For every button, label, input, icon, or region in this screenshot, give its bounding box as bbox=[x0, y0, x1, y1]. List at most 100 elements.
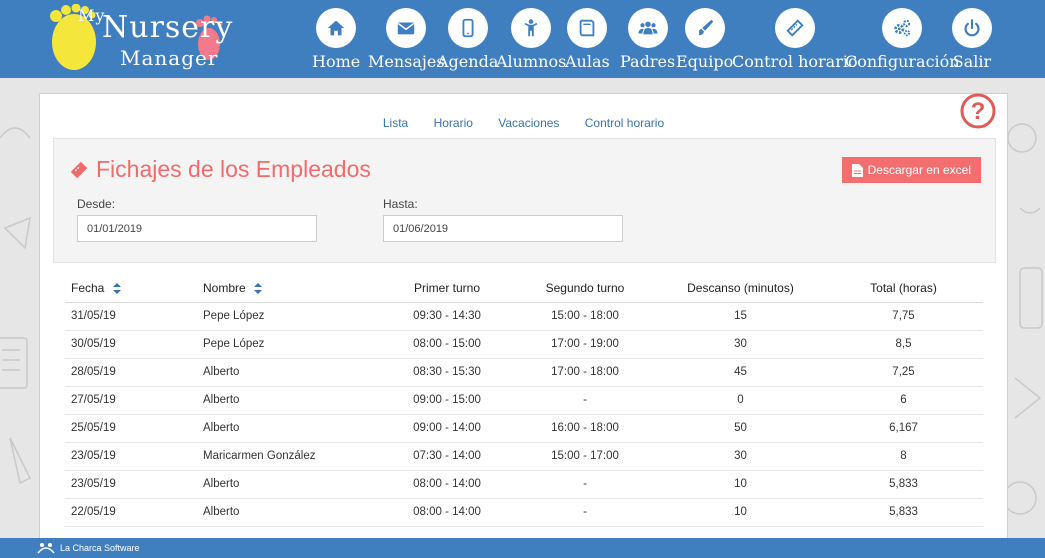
svg-text:?: ? bbox=[971, 98, 986, 125]
table-row: 23/05/19 Maricarmen González 07:30 - 14:… bbox=[65, 442, 983, 471]
cell-total: 5,833 bbox=[824, 470, 983, 499]
cell-fecha: 23/05/19 bbox=[65, 442, 203, 471]
table-row: 27/05/19 Alberto 09:00 - 15:00 - 0 6 bbox=[65, 386, 983, 415]
top-navbar: My Nursery Manager Home Mensajes Agenda … bbox=[0, 0, 1045, 78]
footer-bar: La Charca Software bbox=[0, 538, 1045, 558]
cell-primer-turno: 08:00 - 14:00 bbox=[381, 498, 513, 527]
mobile-icon bbox=[447, 8, 488, 48]
cell-nombre: Alberto bbox=[203, 358, 381, 387]
table-row: 31/05/19 Pepe López 09:30 - 14:30 15:00 … bbox=[65, 302, 983, 331]
nav-padres[interactable]: Padres bbox=[620, 8, 675, 71]
cell-primer-turno: 08:30 - 15:30 bbox=[381, 358, 513, 387]
cell-total: 8,5 bbox=[824, 330, 983, 359]
nav-agenda[interactable]: Agenda bbox=[437, 8, 498, 71]
cell-total: 8 bbox=[824, 442, 983, 471]
table-row: 25/05/19 Alberto 09:00 - 14:00 16:00 - 1… bbox=[65, 414, 983, 443]
cell-nombre: Alberto bbox=[203, 386, 381, 415]
gears-icon bbox=[882, 8, 923, 48]
cell-nombre: Pepe López bbox=[203, 302, 381, 331]
nav-label: Alumnos bbox=[496, 52, 567, 71]
cell-descanso: 15 bbox=[657, 302, 824, 331]
fichajes-table: Fecha Nombre Primer turno Segundo turno … bbox=[65, 274, 983, 527]
nav-label: Agenda bbox=[437, 52, 499, 71]
hasta-date-input[interactable] bbox=[383, 215, 623, 242]
col-primer-turno: Primer turno bbox=[381, 274, 513, 303]
col-fecha[interactable]: Fecha bbox=[65, 274, 203, 303]
ticket-icon bbox=[70, 161, 88, 178]
sort-icon[interactable] bbox=[254, 283, 263, 295]
nav-equipo[interactable]: Equipo bbox=[676, 8, 733, 71]
subnav-lista[interactable]: Lista bbox=[383, 116, 408, 130]
logo-text-manager: Manager bbox=[120, 46, 219, 70]
nav-label: Aulas bbox=[565, 52, 610, 71]
cell-descanso: 10 bbox=[657, 470, 824, 499]
cell-descanso: 0 bbox=[657, 386, 824, 415]
cell-primer-turno: 07:30 - 14:00 bbox=[381, 442, 513, 471]
footer-company[interactable]: La Charca Software bbox=[60, 543, 140, 553]
col-total: Total (horas) bbox=[824, 274, 983, 303]
table-header-row: Fecha Nombre Primer turno Segundo turno … bbox=[65, 274, 983, 303]
nav-label: Control horario bbox=[732, 52, 858, 71]
cell-total: 7,25 bbox=[824, 358, 983, 387]
nav-label: Padres bbox=[620, 52, 676, 71]
cell-fecha: 27/05/19 bbox=[65, 386, 203, 415]
panel-header: Fichajes de los Empleados bbox=[68, 156, 371, 183]
cell-total: 6,167 bbox=[824, 414, 983, 443]
cell-descanso: 30 bbox=[657, 330, 824, 359]
cell-fecha: 25/05/19 bbox=[65, 414, 203, 443]
cell-nombre: Alberto bbox=[203, 498, 381, 527]
cell-nombre: Alberto bbox=[203, 414, 381, 443]
envelope-icon bbox=[386, 8, 427, 48]
col-fecha-label: Fecha bbox=[71, 280, 105, 295]
cell-primer-turno: 08:00 - 14:00 bbox=[381, 470, 513, 499]
cell-fecha: 28/05/19 bbox=[65, 358, 203, 387]
nav-label: Equipo bbox=[676, 52, 734, 71]
cell-segundo-turno: 17:00 - 19:00 bbox=[513, 330, 657, 359]
nav-mensajes[interactable]: Mensajes bbox=[368, 8, 445, 71]
table-row: 30/05/19 Pepe López 08:00 - 15:00 17:00 … bbox=[65, 330, 983, 359]
cell-segundo-turno: - bbox=[513, 498, 657, 527]
cell-segundo-turno: 16:00 - 18:00 bbox=[513, 414, 657, 443]
cell-total: 7,75 bbox=[824, 302, 983, 331]
cell-descanso: 10 bbox=[657, 498, 824, 527]
filter-panel: Fichajes de los Empleados Descargar en e… bbox=[53, 138, 996, 263]
nav-aulas[interactable]: Aulas bbox=[565, 8, 610, 71]
cell-fecha: 22/05/19 bbox=[65, 498, 203, 527]
col-nombre-label: Nombre bbox=[203, 280, 246, 295]
subnav-control-horario[interactable]: Control horario bbox=[585, 116, 664, 130]
subnav-horario[interactable]: Horario bbox=[434, 116, 473, 130]
brush-icon bbox=[684, 8, 725, 48]
nav-home[interactable]: Home bbox=[312, 8, 360, 71]
nav-label: Salir bbox=[952, 52, 992, 71]
cell-segundo-turno: - bbox=[513, 386, 657, 415]
home-icon bbox=[316, 8, 357, 48]
cell-fecha: 30/05/19 bbox=[65, 330, 203, 359]
table-row: 22/05/19 Alberto 08:00 - 14:00 - 10 5,83… bbox=[65, 498, 983, 527]
child-icon bbox=[511, 8, 552, 48]
nav-configuracion[interactable]: Configuración bbox=[845, 8, 960, 71]
nav-label: Mensajes bbox=[368, 52, 445, 71]
cell-segundo-turno: 17:00 - 18:00 bbox=[513, 358, 657, 387]
logo-text-nursery: Nursery bbox=[102, 10, 234, 45]
download-excel-button[interactable]: Descargar en excel bbox=[841, 157, 981, 183]
nav-salir[interactable]: Salir bbox=[952, 8, 992, 71]
sort-icon[interactable] bbox=[112, 283, 121, 295]
table-row: 23/05/19 Alberto 08:00 - 14:00 - 10 5,83… bbox=[65, 470, 983, 499]
cell-segundo-turno: - bbox=[513, 470, 657, 499]
subnav-vacaciones[interactable]: Vacaciones bbox=[498, 116, 559, 130]
help-icon[interactable]: ? bbox=[960, 93, 996, 129]
book-icon bbox=[567, 8, 608, 48]
desde-date-input[interactable] bbox=[77, 215, 317, 242]
power-icon bbox=[952, 8, 992, 48]
app-logo[interactable]: My Nursery Manager bbox=[44, 4, 234, 74]
col-nombre[interactable]: Nombre bbox=[203, 274, 381, 303]
cell-segundo-turno: 15:00 - 17:00 bbox=[513, 442, 657, 471]
nav-control-horario[interactable]: Control horario bbox=[732, 8, 858, 71]
nav-alumnos[interactable]: Alumnos bbox=[496, 8, 566, 71]
col-descanso: Descanso (minutos) bbox=[657, 274, 824, 303]
cell-total: 6 bbox=[824, 386, 983, 415]
file-icon bbox=[851, 163, 863, 177]
cell-primer-turno: 08:00 - 15:00 bbox=[381, 330, 513, 359]
cell-descanso: 30 bbox=[657, 442, 824, 471]
main-card: Lista Horario Vacaciones Control horario… bbox=[39, 93, 1008, 543]
